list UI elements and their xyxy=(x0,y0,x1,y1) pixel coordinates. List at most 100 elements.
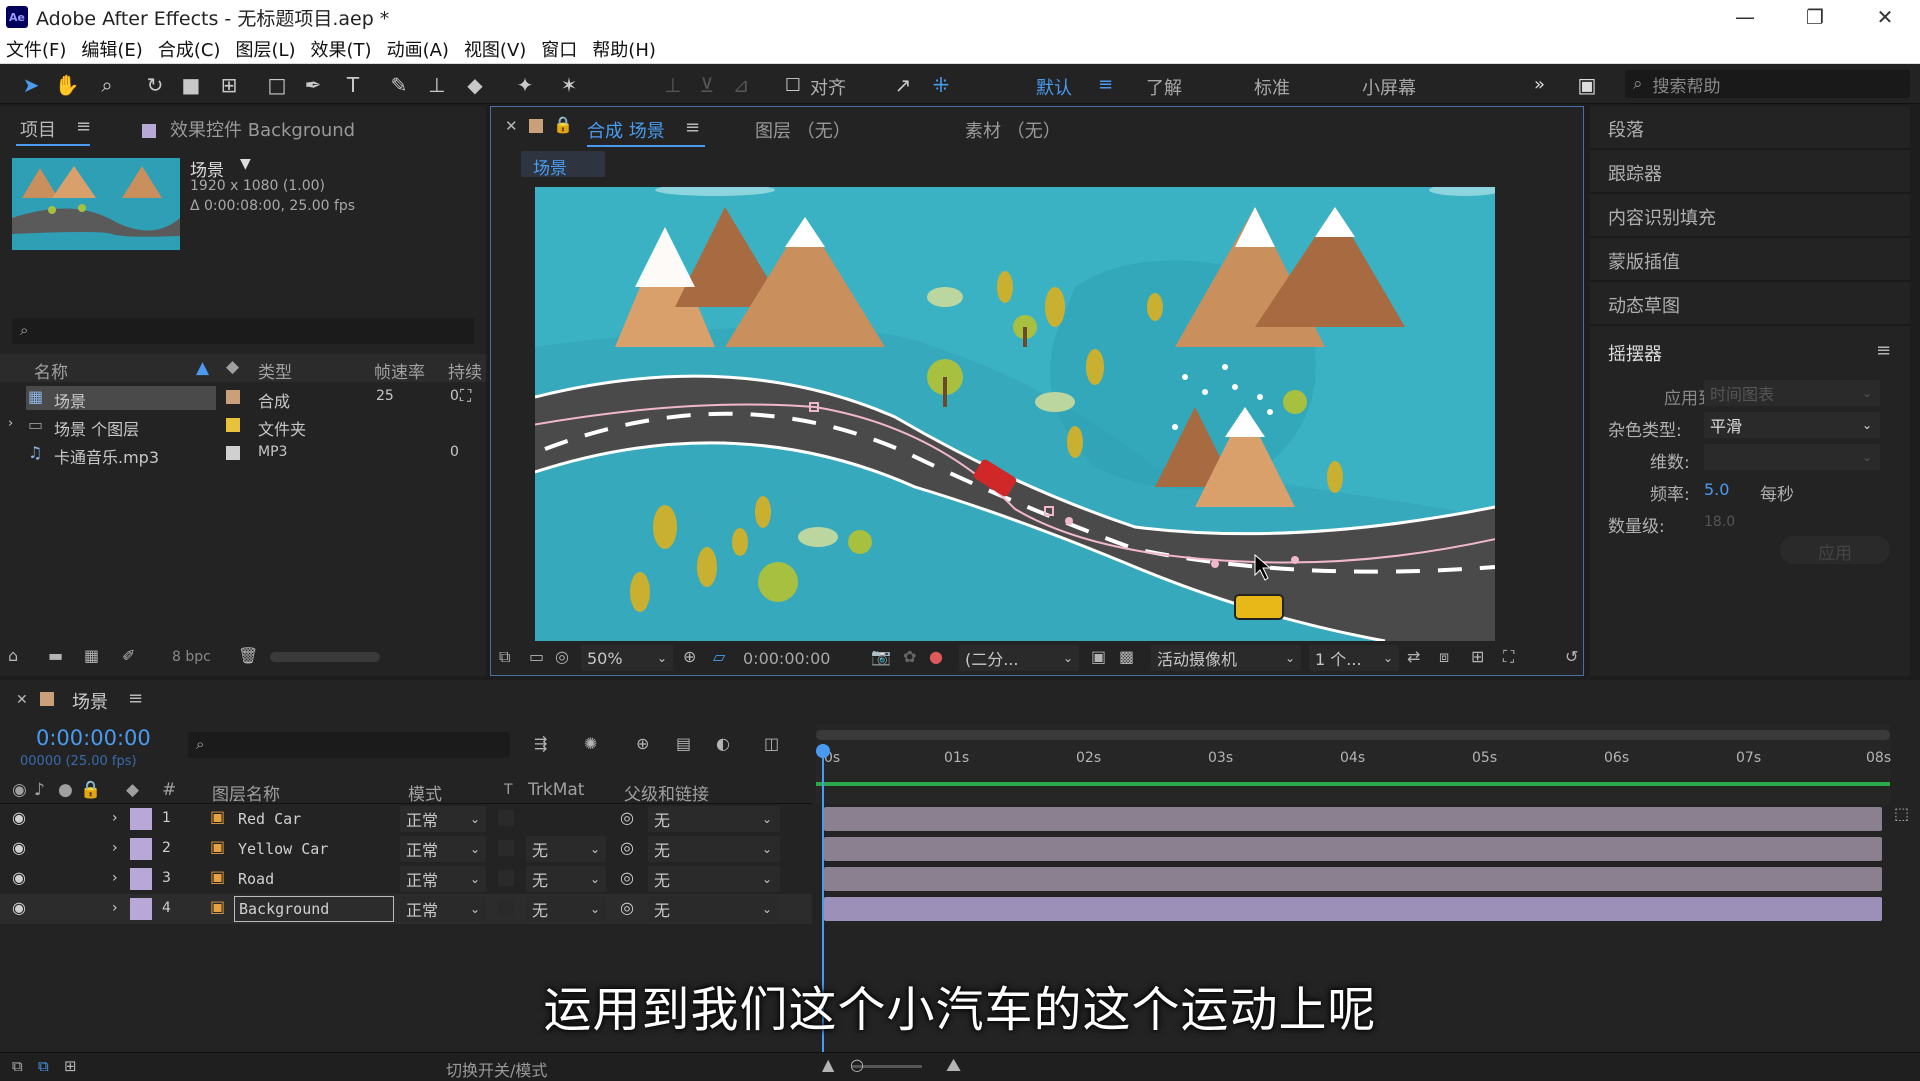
label-color[interactable] xyxy=(130,808,152,830)
sync-settings-icon[interactable]: ▣ xyxy=(1574,72,1600,98)
lock-icon[interactable]: 🔒 xyxy=(553,115,573,134)
hand-tool-icon[interactable]: ✋ xyxy=(54,72,80,98)
tab-layer[interactable]: 图层 （无） xyxy=(755,117,851,143)
zoom-dropdown[interactable]: 50% ⌄ xyxy=(581,645,673,671)
camera-tool-icon[interactable]: ■ xyxy=(178,72,204,98)
preserve-transparency-checkbox[interactable] xyxy=(498,810,514,826)
shy-layers-icon[interactable]: ⊕ xyxy=(636,734,649,753)
interpret-footage-icon[interactable]: ⌂ xyxy=(8,646,18,665)
frequency-value[interactable]: 5.0 xyxy=(1704,480,1729,499)
noise-type-dropdown[interactable]: 平滑 ⌄ xyxy=(1704,412,1880,438)
dimension-dropdown[interactable]: ⌄ xyxy=(1704,444,1880,470)
mask-visibility-icon[interactable]: ◎ xyxy=(555,647,569,666)
clone-stamp-tool-icon[interactable]: ⊥ xyxy=(424,72,450,98)
panel-motion-sketch[interactable]: 动态草图 xyxy=(1590,282,1910,326)
comp-canvas[interactable] xyxy=(535,187,1495,641)
label-tag-icon[interactable]: ◆ xyxy=(226,357,239,377)
solo-icon[interactable]: ● xyxy=(58,780,73,800)
breadcrumb[interactable]: 场景 xyxy=(521,151,605,179)
panel-mask-interpolation[interactable]: 蒙版插值 xyxy=(1590,238,1910,282)
layer-duration-bar[interactable] xyxy=(824,807,1882,831)
snap-icon[interactable]: ↗ xyxy=(890,72,916,98)
menu-edit[interactable]: 编辑(E) xyxy=(81,36,142,62)
eye-icon[interactable]: ◉ xyxy=(12,898,26,917)
blend-mode-dropdown[interactable]: 正常 ⌄ xyxy=(400,836,486,862)
layer-duration-bar[interactable] xyxy=(824,897,1882,921)
pick-whip-icon[interactable]: ◎ xyxy=(620,808,634,827)
workspace-standard[interactable]: 标准 xyxy=(1254,74,1290,100)
chevron-right-icon[interactable]: › xyxy=(112,900,118,916)
list-item[interactable]: ▦ 场景 合成 25 0 ⛶ xyxy=(0,384,486,412)
color-channels-icon[interactable]: ● xyxy=(929,647,943,666)
current-time-display[interactable]: 0:00:00:00 xyxy=(743,649,830,668)
new-comp-icon[interactable]: ▦ xyxy=(84,646,99,665)
flowchart-icon[interactable]: ⛶ xyxy=(1503,647,1514,667)
selected-item-dropdown-icon[interactable]: ▼ xyxy=(240,156,251,172)
close-tab-icon[interactable]: ✕ xyxy=(505,117,518,135)
col-parent[interactable]: 父级和链接 xyxy=(624,780,709,805)
eye-icon[interactable]: ◉ xyxy=(12,838,26,857)
layer-name[interactable]: Yellow Car xyxy=(238,840,328,858)
pick-whip-icon[interactable]: ◎ xyxy=(620,838,634,857)
fast-previews-icon[interactable]: ⧈ xyxy=(1439,647,1449,667)
motion-blur-icon[interactable]: ◐ xyxy=(716,734,730,753)
list-item[interactable]: › ▭ 场景 个图层 文件夹 xyxy=(0,412,486,440)
parent-dropdown[interactable]: 无 ⌄ xyxy=(648,896,780,922)
delete-icon[interactable]: 🗑 xyxy=(238,646,258,665)
col-type[interactable]: 类型 xyxy=(258,358,292,383)
panel-paragraph[interactable]: 段落 xyxy=(1590,106,1910,150)
video-toggle-icon[interactable]: ◉ xyxy=(12,780,27,800)
menu-effect[interactable]: 效果(T) xyxy=(311,36,372,62)
transfer-controls-icon[interactable]: ⧉ xyxy=(38,1057,49,1075)
help-search-input[interactable]: ⌕ 搜索帮助 xyxy=(1625,70,1910,98)
new-folder-icon[interactable]: ▬ xyxy=(48,646,63,665)
workspace-default[interactable]: 默认 xyxy=(1036,74,1072,100)
tab-timeline-comp[interactable]: 场景 xyxy=(72,688,108,714)
trkmat-dropdown[interactable]: 无 ⌄ xyxy=(526,836,606,862)
parent-dropdown[interactable]: 无 ⌄ xyxy=(648,806,780,832)
layer-row[interactable]: ◉ › 3 ▣ Road 正常 ⌄ 无 ⌄ ◎ 无 ⌄ xyxy=(0,864,812,894)
panel-menu-icon[interactable]: ≡ xyxy=(1876,340,1891,361)
roto-brush-tool-icon[interactable]: ✦ xyxy=(512,72,538,98)
layer-row[interactable]: ◉ › 2 ▣ Yellow Car 正常 ⌄ 无 ⌄ ◎ 无 ⌄ xyxy=(0,834,812,864)
comp-mini-flowchart-icon[interactable]: ⇶ xyxy=(534,734,547,753)
panel-menu-icon[interactable]: ≡ xyxy=(76,116,91,137)
show-snapshot-icon[interactable]: ✿ xyxy=(903,647,916,666)
brush-tool-icon[interactable]: ✎ xyxy=(386,72,412,98)
menu-window[interactable]: 窗口 xyxy=(541,36,577,62)
comp-button-icon[interactable]: ⬚ xyxy=(1894,804,1909,823)
trkmat-dropdown[interactable]: 无 ⌄ xyxy=(526,896,606,922)
project-search-input[interactable]: ⌕ xyxy=(12,318,474,344)
col-name[interactable]: 名称 xyxy=(34,358,68,383)
graph-editor-icon[interactable]: ◫ xyxy=(764,734,779,753)
tab-effect-controls[interactable]: 效果控件 Background xyxy=(142,116,355,142)
workspace-menu-icon[interactable]: ≡ xyxy=(1098,74,1113,95)
blend-mode-dropdown[interactable]: 正常 ⌄ xyxy=(400,866,486,892)
selection-tool-icon[interactable]: ➤ xyxy=(18,72,44,98)
layer-switches-icon[interactable]: ⧉ xyxy=(12,1057,23,1075)
tab-composition[interactable]: 合成 场景 xyxy=(587,117,665,143)
work-area-bar[interactable] xyxy=(816,730,1890,740)
layer-row[interactable]: ◉ › 4 ▣ Background 正常 ⌄ 无 ⌄ ◎ 无 ⌄ xyxy=(0,894,812,924)
blend-mode-dropdown[interactable]: 正常 ⌄ xyxy=(400,806,486,832)
in-out-icon[interactable]: ⊞ xyxy=(64,1057,77,1075)
label-tag-icon[interactable]: ◆ xyxy=(126,780,139,800)
thumbnail-slider[interactable] xyxy=(270,652,380,662)
monitor-icon[interactable]: ▭ xyxy=(529,647,544,666)
col-mode[interactable]: 模式 xyxy=(408,780,442,805)
layer-duration-bar[interactable] xyxy=(824,837,1882,861)
magnitude-value[interactable]: 18.0 xyxy=(1704,514,1735,530)
col-fps[interactable]: 帧速率 xyxy=(374,358,425,383)
parent-dropdown[interactable]: 无 ⌄ xyxy=(648,866,780,892)
menu-view[interactable]: 视图(V) xyxy=(464,36,526,62)
chevron-right-icon[interactable]: › xyxy=(112,810,118,826)
tab-project[interactable]: 项目 xyxy=(20,116,56,142)
close-tab-icon[interactable]: ✕ xyxy=(16,692,28,708)
more-workspaces-icon[interactable]: » xyxy=(1534,74,1545,95)
preserve-transparency-checkbox[interactable] xyxy=(498,900,514,916)
label-color[interactable] xyxy=(130,898,152,920)
reset-exposure-icon[interactable]: ↺ xyxy=(1565,647,1578,666)
snapshot-icon[interactable]: 📷 xyxy=(871,647,891,666)
chevron-right-icon[interactable]: › xyxy=(8,416,13,431)
pixel-aspect-icon[interactable]: ⇄ xyxy=(1407,647,1420,666)
